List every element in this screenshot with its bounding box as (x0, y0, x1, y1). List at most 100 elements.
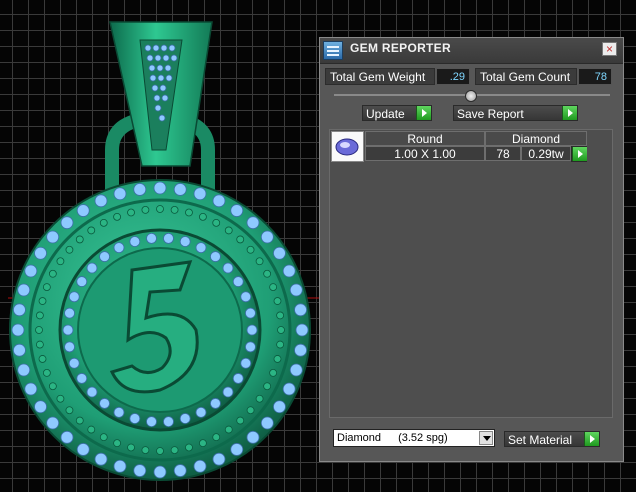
pendant-bead (236, 235, 245, 244)
material-dropdown[interactable]: Diamond (3.52 spg) (333, 429, 495, 447)
pendant-gem (245, 307, 256, 319)
pendant-gem (94, 452, 108, 466)
pendant-gem (246, 324, 258, 336)
pendant-gem (212, 194, 226, 208)
pendant-gem (163, 232, 174, 244)
update-button-label: Update (366, 107, 405, 121)
gem-list-area (329, 129, 613, 418)
pendant-bead (75, 416, 84, 425)
pendant-gem (282, 264, 296, 278)
pendant-gem (179, 236, 191, 247)
total-gem-count-value: 78 (578, 68, 612, 85)
pendant-gem (146, 232, 157, 244)
pendant-bead (42, 283, 51, 291)
material-name: Diamond (337, 432, 382, 444)
pendant-bead (35, 340, 44, 349)
round-gem-icon (335, 138, 359, 156)
pendant-gem (133, 464, 147, 477)
pendant-gem (76, 373, 88, 384)
play-arrow-icon (584, 432, 599, 446)
pendant-gem (129, 236, 141, 247)
pendant-gem (34, 246, 47, 260)
pendant-bead (127, 208, 135, 217)
pendant-bead (255, 257, 264, 266)
pendant-bead (99, 218, 108, 227)
pendant-gem (212, 452, 226, 466)
close-button[interactable]: × (602, 42, 617, 56)
column-header-material: Diamond (485, 131, 587, 146)
pendant-bead (56, 257, 65, 266)
pendant-bead (236, 416, 245, 425)
pendant-bead (212, 218, 221, 227)
play-arrow-icon (572, 147, 587, 161)
column-header-shape: Round (365, 131, 485, 146)
pendant-gem (13, 343, 26, 357)
pendant-gem (193, 459, 207, 473)
gem-count-cell: 78 (485, 146, 521, 161)
pendant-gem (24, 382, 38, 396)
pendant-gem (260, 230, 274, 244)
panel-titlebar[interactable]: GEM REPORTER × (320, 38, 623, 64)
gem-row-select-button[interactable] (571, 146, 587, 162)
pendant-bead (87, 425, 96, 434)
pendant-gem (230, 204, 244, 217)
pendant-gem (195, 406, 207, 418)
pendant-gem (273, 246, 286, 260)
pendant-bead (269, 283, 278, 291)
pendant-gem (99, 251, 110, 262)
pendant-gem (260, 416, 274, 430)
pendant-gem (195, 242, 207, 254)
pendant-bead (277, 326, 285, 334)
panel-title: GEM REPORTER (350, 41, 451, 55)
pendant-gem (24, 264, 38, 278)
set-material-button[interactable]: Set Material (504, 431, 600, 447)
pendant-bead (35, 311, 44, 320)
play-arrow-icon (562, 106, 577, 120)
pendant-gem (17, 283, 31, 297)
gem-size-cell: 1.00 X 1.00 (365, 146, 485, 161)
pendant-bead (141, 205, 150, 214)
pendant-gem (113, 406, 125, 418)
update-button[interactable]: Update (362, 105, 432, 121)
pendant-bead (113, 212, 121, 221)
gem-reporter-icon (323, 41, 343, 60)
pendant-bead (35, 326, 43, 334)
pendant-gem (64, 341, 75, 353)
pendant-bead (273, 297, 282, 305)
pendant-gem (46, 416, 60, 430)
pendant-gem (86, 262, 98, 274)
set-material-button-label: Set Material (508, 433, 573, 447)
pendant-bead (87, 226, 96, 235)
pendant-bead (141, 446, 150, 455)
slider-handle[interactable] (465, 90, 477, 102)
pendant-gem (133, 183, 147, 196)
pendant-gem (179, 413, 191, 424)
pendant-bead (48, 269, 57, 278)
pendant-bead (48, 382, 57, 391)
pendant-gem (222, 386, 234, 398)
pendant-bead (246, 406, 255, 415)
pendant-bead (113, 439, 121, 448)
pendant-gem (246, 430, 260, 444)
save-report-button[interactable]: Save Report (453, 105, 578, 121)
pendant-bead (185, 208, 193, 217)
pendant-gem (163, 416, 174, 428)
pendant-gem (113, 242, 125, 254)
pendant-bead (42, 369, 51, 377)
gem-thumbnail[interactable] (331, 131, 364, 162)
pendant-gem (295, 323, 309, 337)
pendant-gem (146, 416, 157, 428)
pendant-gem (210, 251, 221, 262)
pendant-gem (94, 194, 108, 208)
total-gem-weight-label: Total Gem Weight (325, 68, 435, 85)
pendant-bead (38, 297, 47, 305)
material-spec: (3.52 spg) (398, 432, 448, 444)
pendant-gem (232, 276, 244, 287)
save-report-button-label: Save Report (457, 107, 524, 121)
total-gem-count-label: Total Gem Count (475, 68, 577, 85)
pendant-gem (289, 363, 303, 377)
pendant-bead (246, 245, 255, 254)
pendant-bead (38, 355, 47, 363)
pendant-gem (113, 459, 127, 473)
pendant-bead (263, 269, 272, 278)
